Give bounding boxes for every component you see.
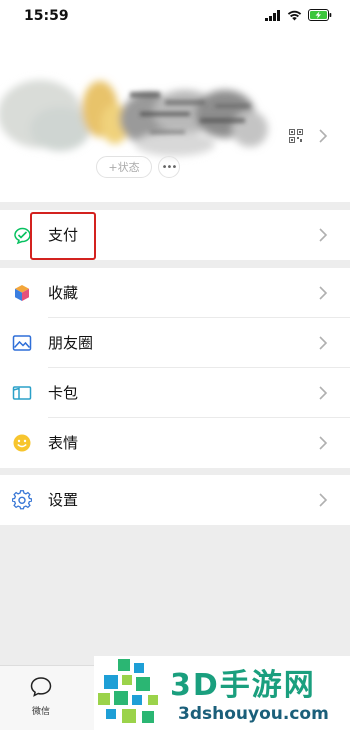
status-bar: 15:59 [0,0,350,34]
wifi-icon [287,10,302,20]
menu-item-label: 设置 [48,491,79,509]
site-watermark: 3D手游网 3dshouyou.com [94,656,350,730]
menu-item-label: 朋友圈 [48,334,94,352]
tab-label: 微信 [31,707,50,717]
chevron-right-icon [319,493,328,507]
battery-charging-icon [308,9,332,21]
moments-picture-icon [12,335,32,351]
menu-item-label: 收藏 [48,284,79,302]
chevron-right-icon [319,228,328,242]
chat-bubble-icon [30,677,52,697]
settings-group: 设置 [0,475,350,525]
services-group: 收藏 朋友圈 卡包 表情 [0,268,350,468]
chevron-right-icon [319,436,328,450]
chevron-right-icon [319,386,328,400]
menu-item-favorites[interactable]: 收藏 [0,268,350,318]
add-status-button[interactable]: +状态 [96,156,152,178]
menu-item-card-wallet[interactable]: 卡包 [0,368,350,418]
more-status-button[interactable]: ••• [158,156,180,178]
profile-chevron-right-icon[interactable] [318,128,328,144]
status-time: 15:59 [24,8,69,24]
settings-gear-icon [12,490,32,510]
menu-item-label: 表情 [48,434,79,452]
wechat-pay-icon [14,227,31,245]
card-wallet-icon [12,386,32,400]
chevron-right-icon [319,286,328,300]
menu-item-settings[interactable]: 设置 [0,475,350,525]
tab-chats[interactable]: 微信 [20,676,62,717]
profile-avatar-mosaic [0,80,268,156]
signal-icon [265,9,280,21]
watermark-title: 3D手游网 [170,668,316,703]
watermark-url: 3dshouyou.com [178,704,329,724]
menu-item-moments[interactable]: 朋友圈 [0,318,350,368]
highlight-annotation-box [30,212,96,260]
watermark-logo-icon [98,659,158,723]
qr-code-icon[interactable] [289,129,303,143]
chevron-right-icon [319,336,328,350]
profile-header[interactable]: +状态 ••• [0,34,350,202]
menu-item-label: 卡包 [48,384,79,402]
sticker-smile-icon [13,434,31,452]
menu-item-stickers[interactable]: 表情 [0,418,350,468]
favorites-cube-icon [15,285,29,301]
status-icons [265,9,332,21]
